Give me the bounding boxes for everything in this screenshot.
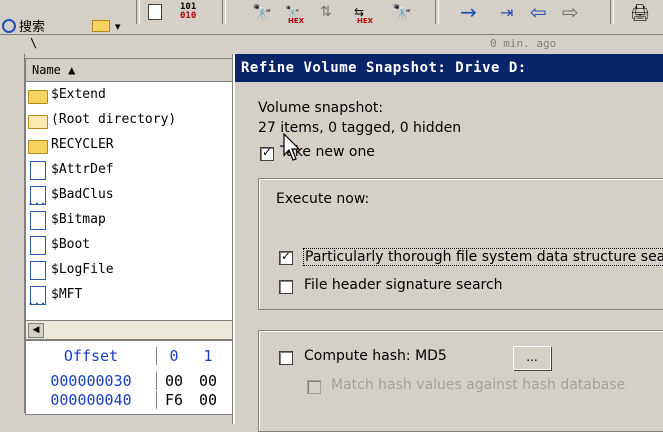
hex-offset[interactable]: 000000040 <box>26 391 156 409</box>
find-again-icon[interactable]: 🔭 <box>392 0 412 24</box>
file-icon <box>28 260 48 280</box>
toolbar: 搜索 ▾ 101 010 🔭 🔭 HEX ⇅ ⇆ HEX 🔭 → ⇥ ⇦ ⇨ 🖨 <box>0 0 663 35</box>
offset-header: Offset <box>63 347 119 365</box>
file-row[interactable]: (Root directory) <box>26 107 238 132</box>
hash-options-button[interactable]: ... <box>513 346 551 370</box>
thorough-search-label[interactable]: Particularly thorough file system data s… <box>303 248 663 266</box>
goto-offset-icon[interactable]: ⇥ <box>500 0 513 24</box>
mouse-pointer-icon <box>283 133 301 161</box>
hex-row: 000000040 F6 00 <box>26 390 238 409</box>
hex-panel[interactable]: Offset 0 1 000000030 00 00 000000040 F6 00 <box>25 340 239 415</box>
header-signature-checkbox[interactable] <box>279 280 293 294</box>
dialog-title: Refine Volume Snapshot: Drive D: <box>235 54 663 82</box>
compute-hash-checkbox[interactable] <box>279 351 293 365</box>
search-tool[interactable]: 搜索 <box>2 16 45 35</box>
scroll-left-icon[interactable]: ◀ <box>28 323 44 338</box>
current-path: \ <box>30 36 38 50</box>
hex-rows: 000000030 00 00 000000040 F6 00 <box>26 371 238 409</box>
file-name: $Bitmap <box>51 212 106 227</box>
file-name: $LogFile <box>51 262 114 277</box>
volume-snapshot-label: Volume snapshot: <box>258 100 384 116</box>
search-text-icon <box>2 18 16 33</box>
hex-byte[interactable]: F6 <box>156 390 191 409</box>
root-folder-icon <box>28 111 48 129</box>
binary-icon[interactable]: 101 010 <box>180 0 196 24</box>
hex-byte[interactable]: 00 <box>191 391 225 409</box>
execute-now-label: Execute now: <box>276 191 370 207</box>
take-new-one-checkbox[interactable] <box>260 145 274 161</box>
header-signature-label[interactable]: File header signature search <box>304 277 503 293</box>
file-name: $Extend <box>51 87 106 102</box>
search-label: 搜索 <box>19 20 46 35</box>
refine-snapshot-dialog: Refine Volume Snapshot: Drive D: Volume … <box>233 54 663 432</box>
folder-icon <box>28 136 48 154</box>
file-list[interactable]: Name ▲ $Extend (Root directory) RECYCLER $A… <box>25 58 239 340</box>
file-row[interactable]: RECYCLER <box>26 132 238 157</box>
left-strip <box>0 54 25 413</box>
file-row[interactable]: $Extend <box>26 82 238 107</box>
file-name: $MFT <box>51 287 83 302</box>
name-column-header[interactable]: Name ▲ <box>26 59 238 82</box>
file-row[interactable]: $Bitmap <box>26 207 238 232</box>
print-icon[interactable]: 🖨 <box>630 0 650 24</box>
path-bar: \ 0 min. ago <box>0 35 663 54</box>
file-name: $AttrDef <box>51 162 114 177</box>
compute-hash-label[interactable]: Compute hash: MD5 <box>304 348 447 364</box>
hex-offset[interactable]: 000000030 <box>26 372 156 390</box>
file-icon <box>28 160 48 180</box>
snapshot-age: 0 min. ago <box>490 37 557 50</box>
file-rows: $Extend (Root directory) RECYCLER $AttrDef $… <box>26 82 238 308</box>
file-row[interactable]: $AttrDef <box>26 157 238 182</box>
hex-col-0: 0 <box>156 347 191 365</box>
hex-header: Offset 0 1 <box>26 341 238 371</box>
replace-icon[interactable]: ⇅ <box>320 0 332 24</box>
file-name: RECYCLER <box>51 137 114 152</box>
forward-arrow-icon[interactable]: ⇨ <box>562 0 579 24</box>
file-name: $BadClus <box>51 187 114 202</box>
sparse-file-icon <box>27 185 48 208</box>
file-row[interactable]: $Boot <box>26 232 238 257</box>
match-hash-label: Match hash values against hash database <box>331 377 626 393</box>
thorough-search-checkbox[interactable] <box>279 249 293 265</box>
replace-hex-icon[interactable]: ⇆ HEX <box>354 0 373 25</box>
folder-icon <box>28 86 48 104</box>
hex-row: 000000030 00 00 <box>26 371 238 390</box>
file-icon <box>28 210 48 230</box>
hex-byte[interactable]: 00 <box>156 371 191 390</box>
file-row[interactable]: $LogFile <box>26 257 238 282</box>
file-row[interactable]: $MFT <box>26 282 238 308</box>
goto-arrow-icon[interactable]: → <box>460 0 477 24</box>
hex-col-1: 1 <box>203 347 213 365</box>
back-arrow-icon[interactable]: ⇦ <box>530 0 547 24</box>
file-row[interactable]: $BadClus <box>26 182 238 208</box>
file-icon <box>28 235 48 255</box>
copy-icon[interactable] <box>148 0 162 24</box>
hex-byte[interactable]: 00 <box>191 372 225 390</box>
match-hash-checkbox <box>307 380 321 394</box>
find-hex-icon[interactable]: 🔭 HEX <box>285 0 304 25</box>
sparse-file-icon <box>27 285 48 308</box>
file-name: (Root directory) <box>51 112 177 127</box>
horizontal-scrollbar[interactable]: ◀ <box>26 320 236 339</box>
file-name: $Boot <box>51 237 91 252</box>
find-icon[interactable]: 🔭 <box>252 0 272 24</box>
